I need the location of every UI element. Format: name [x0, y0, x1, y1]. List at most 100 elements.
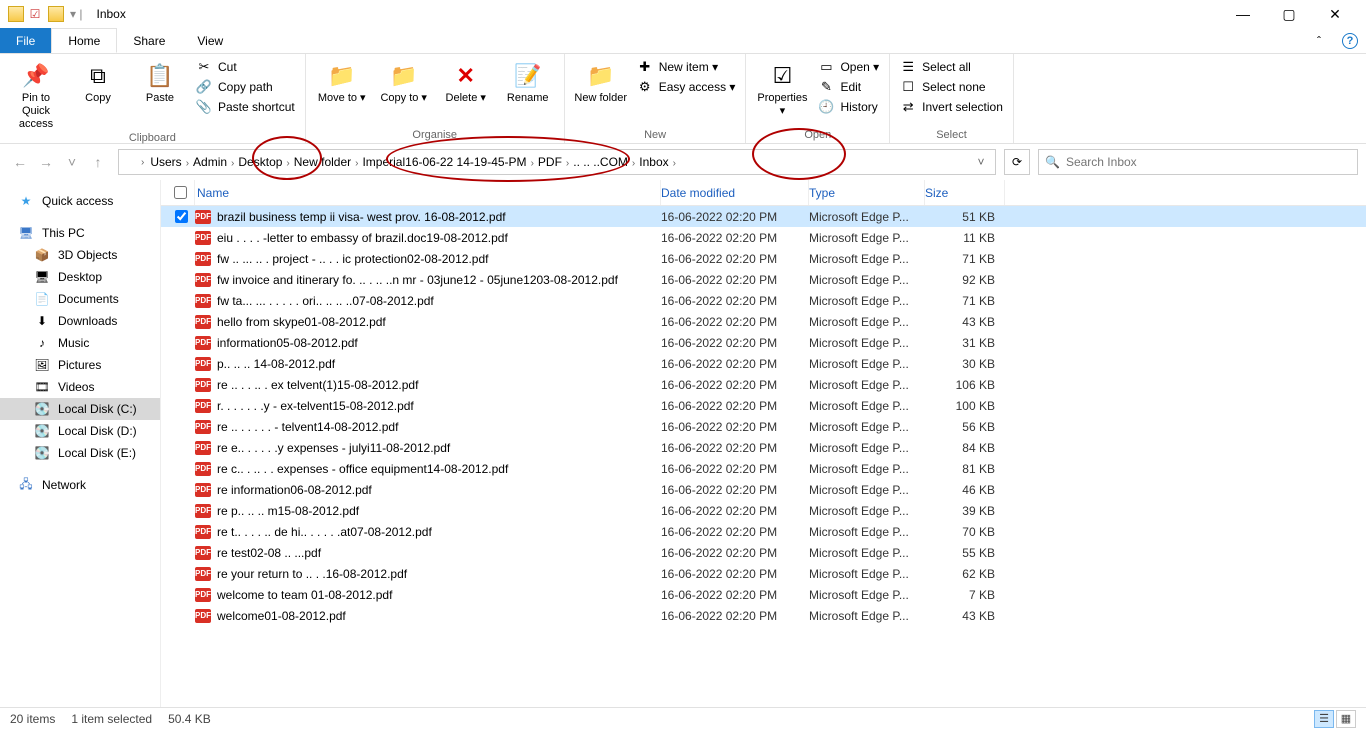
- easy-access-button[interactable]: ⚙Easy access ▾: [635, 78, 738, 96]
- select-none-button[interactable]: ☐Select none: [898, 78, 1005, 96]
- column-type[interactable]: Type: [809, 180, 925, 205]
- address-dropdown-icon[interactable]: ˅: [971, 155, 991, 169]
- breadcrumb-item[interactable]: New folder: [290, 155, 355, 169]
- breadcrumb-item[interactable]: PDF: [534, 155, 566, 169]
- file-size: 39 KB: [925, 504, 1005, 518]
- file-row[interactable]: PDFre information06-08-2012.pdf16-06-202…: [161, 479, 1366, 500]
- new-item-button[interactable]: ✚New item ▾: [635, 58, 738, 76]
- breadcrumb-item[interactable]: Imperial16-06-22 14-19-45-PM: [358, 155, 530, 169]
- file-type: Microsoft Edge P...: [809, 273, 925, 287]
- rename-button[interactable]: 📝Rename: [500, 56, 556, 105]
- sidebar-item[interactable]: ⬇Downloads: [0, 310, 160, 332]
- tab-home[interactable]: Home: [51, 28, 117, 53]
- select-all-checkbox[interactable]: [174, 186, 187, 199]
- file-row[interactable]: PDFinformation05-08-2012.pdf16-06-2022 0…: [161, 332, 1366, 353]
- sidebar-item[interactable]: 🖼Pictures: [0, 354, 160, 376]
- breadcrumb-item[interactable]: Admin: [189, 155, 231, 169]
- file-row[interactable]: PDFp.. .. .. 14-08-2012.pdf16-06-2022 02…: [161, 353, 1366, 374]
- file-row[interactable]: PDFre .. . . .. . ex telvent(1)15-08-201…: [161, 374, 1366, 395]
- tab-file[interactable]: File: [0, 28, 51, 53]
- file-row[interactable]: PDFeiu . . . . -letter to embassy of bra…: [161, 227, 1366, 248]
- tab-view[interactable]: View: [181, 28, 239, 53]
- cut-button[interactable]: ✂Cut: [194, 58, 297, 76]
- file-row[interactable]: PDFre .. . . . . . - telvent14-08-2012.p…: [161, 416, 1366, 437]
- sidebar-item[interactable]: 💽Local Disk (C:): [0, 398, 160, 420]
- tab-share[interactable]: Share: [117, 28, 181, 53]
- sidebar-quick-access[interactable]: ★Quick access: [0, 190, 160, 212]
- breadcrumb-item[interactable]: Desktop: [234, 155, 286, 169]
- file-row[interactable]: PDFwelcome to team 01-08-2012.pdf16-06-2…: [161, 584, 1366, 605]
- file-row[interactable]: PDFre e.. . . . . .y expenses - julyi11-…: [161, 437, 1366, 458]
- file-row[interactable]: PDFfw invoice and itinerary fo. .. . .. …: [161, 269, 1366, 290]
- file-size: 92 KB: [925, 273, 1005, 287]
- select-all-button[interactable]: ☰Select all: [898, 58, 1005, 76]
- breadcrumb-item[interactable]: Inbox: [635, 155, 672, 169]
- file-row[interactable]: PDFre test02-08 .. ...pdf16-06-2022 02:2…: [161, 542, 1366, 563]
- ribbon-collapse-icon[interactable]: ˆ: [1304, 28, 1334, 53]
- column-size[interactable]: Size: [925, 180, 1005, 205]
- chevron-right-icon[interactable]: ›: [141, 157, 144, 168]
- qat-properties-icon[interactable]: ☑: [26, 5, 44, 23]
- file-name: re .. . . . . . - telvent14-08-2012.pdf: [217, 420, 398, 434]
- column-date[interactable]: Date modified: [661, 180, 809, 205]
- addressbar[interactable]: › Users›Admin›Desktop›New folder›Imperia…: [118, 149, 996, 175]
- breadcrumb-item[interactable]: .. .. ..COM: [569, 155, 632, 169]
- up-button[interactable]: ↑: [86, 150, 110, 174]
- search-input[interactable]: [1066, 155, 1351, 169]
- sidebar-item[interactable]: 🖥Desktop: [0, 266, 160, 288]
- properties-button[interactable]: ☑Properties ▾: [754, 56, 810, 118]
- paste-shortcut-button[interactable]: 📎Paste shortcut: [194, 98, 297, 116]
- file-date: 16-06-2022 02:20 PM: [661, 525, 809, 539]
- sidebar-item[interactable]: 📄Documents: [0, 288, 160, 310]
- file-row[interactable]: PDFre t.. . . . .. de hi.. . . . . .at07…: [161, 521, 1366, 542]
- delete-button[interactable]: ✕Delete ▾: [438, 56, 494, 105]
- invert-selection-button[interactable]: ⇄Invert selection: [898, 98, 1005, 116]
- row-checkbox[interactable]: [175, 210, 188, 223]
- sidebar-network[interactable]: 🖧Network: [0, 474, 160, 496]
- minimize-button[interactable]: —: [1220, 0, 1266, 28]
- move-to-button[interactable]: 📁Move to ▾: [314, 56, 370, 105]
- new-folder-button[interactable]: 📁New folder: [573, 56, 629, 105]
- forward-button[interactable]: →: [34, 150, 58, 174]
- invert-icon: ⇄: [900, 99, 916, 115]
- sidebar-this-pc[interactable]: 🖥This PC: [0, 222, 160, 244]
- file-row[interactable]: PDFre c.. . .. . . expenses - office equ…: [161, 458, 1366, 479]
- breadcrumb-item[interactable]: Users: [146, 155, 185, 169]
- recent-dropdown[interactable]: ˅: [60, 150, 84, 174]
- file-row[interactable]: PDFre your return to .. . .16-08-2012.pd…: [161, 563, 1366, 584]
- open-button[interactable]: ▭Open ▾: [816, 58, 881, 76]
- file-type: Microsoft Edge P...: [809, 441, 925, 455]
- back-button[interactable]: ←: [8, 150, 32, 174]
- maximize-button[interactable]: ▢: [1266, 0, 1312, 28]
- copy-path-button[interactable]: 🔗Copy path: [194, 78, 297, 96]
- file-row[interactable]: PDFfw .. ... .. . project - .. . . ic pr…: [161, 248, 1366, 269]
- pin-quick-access-button[interactable]: 📌 Pin to Quick access: [8, 56, 64, 132]
- refresh-button[interactable]: ⟳: [1004, 149, 1030, 175]
- file-row[interactable]: PDFhello from skype01-08-2012.pdf16-06-2…: [161, 311, 1366, 332]
- sidebar-item[interactable]: 💽Local Disk (E:): [0, 442, 160, 464]
- file-type: Microsoft Edge P...: [809, 567, 925, 581]
- large-icons-view-icon[interactable]: ▦: [1336, 710, 1356, 728]
- file-row[interactable]: PDFr. . . . . . .y - ex-telvent15-08-201…: [161, 395, 1366, 416]
- search-box[interactable]: 🔍: [1038, 149, 1358, 175]
- sidebar-item[interactable]: 🎞Videos: [0, 376, 160, 398]
- sidebar-item[interactable]: 📦3D Objects: [0, 244, 160, 266]
- file-row[interactable]: PDFbrazil business temp ii visa- west pr…: [161, 206, 1366, 227]
- details-view-icon[interactable]: ☰: [1314, 710, 1334, 728]
- chevron-right-icon[interactable]: ›: [673, 158, 676, 169]
- help-icon[interactable]: ?: [1342, 33, 1358, 49]
- edit-button[interactable]: ✎Edit: [816, 78, 881, 96]
- sidebar-item[interactable]: 💽Local Disk (D:): [0, 420, 160, 442]
- column-name[interactable]: Name: [195, 180, 661, 205]
- history-button[interactable]: 🕘History: [816, 98, 881, 116]
- paste-button[interactable]: 📋 Paste: [132, 56, 188, 105]
- copy-to-button[interactable]: 📁Copy to ▾: [376, 56, 432, 105]
- file-row[interactable]: PDFwelcome01-08-2012.pdf16-06-2022 02:20…: [161, 605, 1366, 626]
- close-button[interactable]: ✕: [1312, 0, 1358, 28]
- copy-button[interactable]: ⧉ Copy: [70, 56, 126, 105]
- file-row[interactable]: PDFfw ta... ... . . . . . ori.. .. .. ..…: [161, 290, 1366, 311]
- file-name: brazil business temp ii visa- west prov.…: [217, 210, 506, 224]
- sidebar-item[interactable]: ♪Music: [0, 332, 160, 354]
- file-size: 43 KB: [925, 315, 1005, 329]
- file-row[interactable]: PDFre p.. .. .. m15-08-2012.pdf16-06-202…: [161, 500, 1366, 521]
